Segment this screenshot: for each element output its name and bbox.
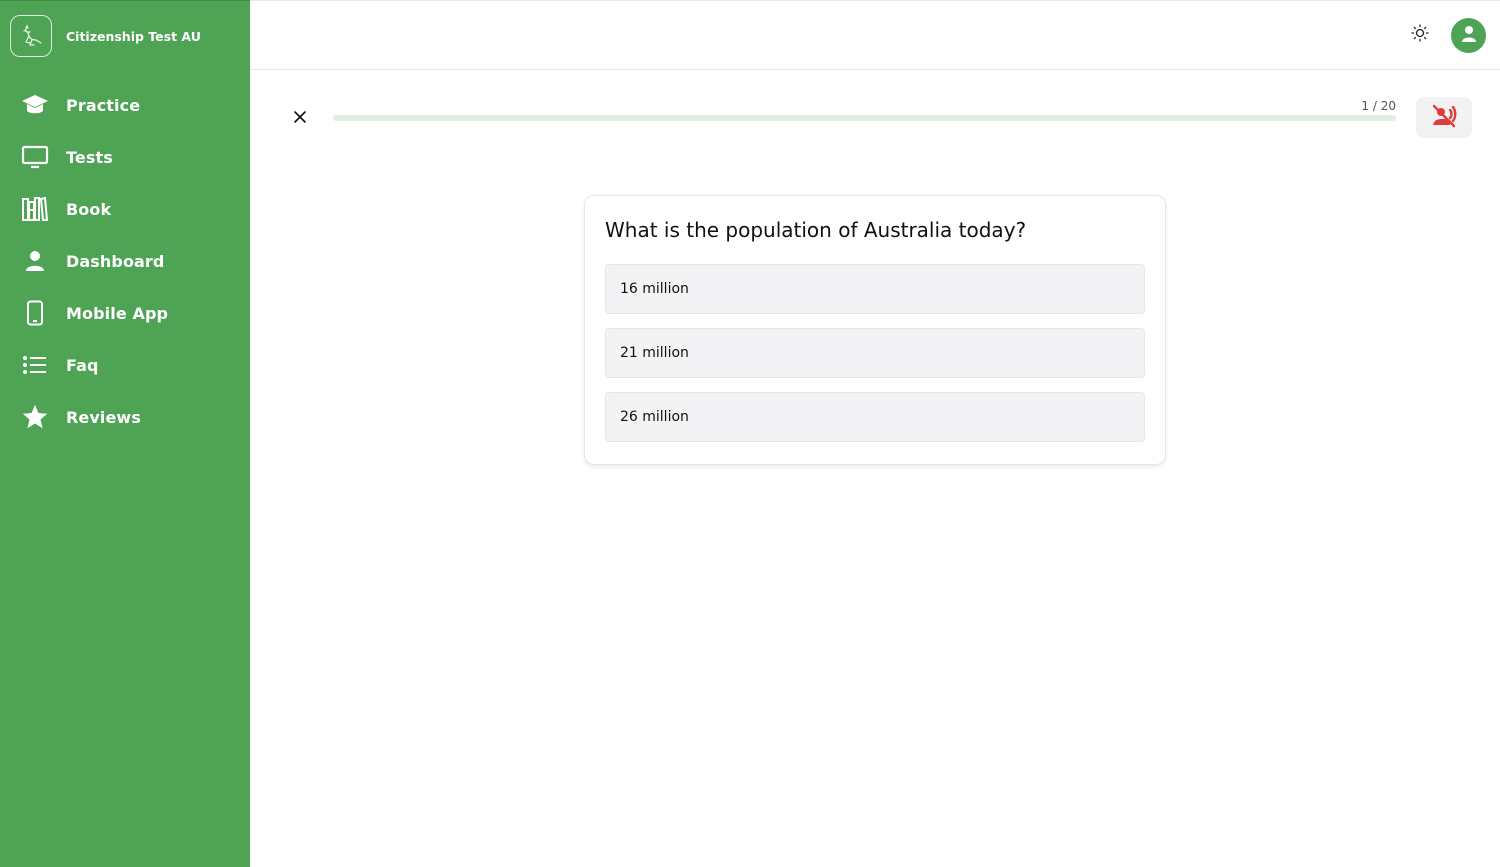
sidebar-item-label: Practice — [66, 95, 141, 115]
mute-audio-button[interactable] — [1416, 97, 1472, 138]
books-icon — [21, 195, 49, 223]
sidebar-item-label: Tests — [66, 147, 113, 167]
theme-toggle-button[interactable] — [1408, 23, 1432, 47]
user-icon — [1461, 25, 1477, 47]
graduation-cap-icon — [21, 91, 49, 119]
sidebar-item-dashboard[interactable]: Dashboard — [0, 235, 250, 287]
brand[interactable]: Citizenship Test AU — [0, 1, 250, 71]
sidebar-item-practice[interactable]: Practice — [0, 79, 250, 131]
quiz-progress-bar — [333, 115, 1396, 121]
user-icon — [21, 247, 49, 275]
sidebar-nav: Practice Tests Book Dashboard Mobile App — [0, 79, 250, 443]
sidebar-item-label: Book — [66, 199, 112, 219]
speaker-muted-icon — [1429, 103, 1459, 133]
answer-option[interactable]: 16 million — [605, 264, 1145, 314]
sidebar: Citizenship Test AU Practice Tests Book … — [0, 0, 250, 867]
brand-name: Citizenship Test AU — [66, 28, 201, 44]
mobile-phone-icon — [21, 299, 49, 327]
top-bar — [250, 0, 1500, 70]
sun-icon — [1411, 24, 1429, 46]
sidebar-item-label: Dashboard — [66, 251, 165, 271]
sidebar-item-tests[interactable]: Tests — [0, 131, 250, 183]
star-icon — [21, 403, 49, 431]
close-quiz-button[interactable] — [290, 108, 310, 128]
answer-option[interactable]: 21 million — [605, 328, 1145, 378]
sidebar-item-faq[interactable]: Faq — [0, 339, 250, 391]
sidebar-item-reviews[interactable]: Reviews — [0, 391, 250, 443]
kangaroo-icon — [10, 15, 52, 57]
sidebar-item-book[interactable]: Book — [0, 183, 250, 235]
sidebar-item-label: Reviews — [66, 407, 141, 427]
question-card: What is the population of Australia toda… — [584, 195, 1166, 465]
sidebar-item-label: Mobile App — [66, 303, 169, 323]
question-text: What is the population of Australia toda… — [605, 218, 1027, 242]
progress-counter: 1 / 20 — [1361, 99, 1396, 113]
monitor-icon — [21, 143, 49, 171]
close-icon — [293, 109, 307, 128]
answer-option[interactable]: 26 million — [605, 392, 1145, 442]
user-avatar-button[interactable] — [1451, 18, 1486, 53]
sidebar-item-mobile-app[interactable]: Mobile App — [0, 287, 250, 339]
sidebar-item-label: Faq — [66, 355, 99, 375]
list-icon — [21, 351, 49, 379]
